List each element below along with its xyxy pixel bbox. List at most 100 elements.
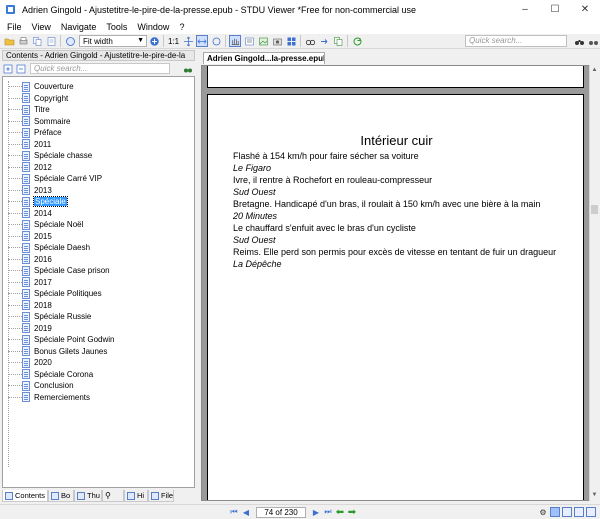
tab-contents[interactable]: Contents xyxy=(2,490,48,502)
document-tab[interactable]: Adrien Gingold...la-presse.epub xyxy=(203,52,325,64)
back-arrow-icon[interactable]: ⬅ xyxy=(335,507,345,518)
page-number-input[interactable]: 74 of 230 xyxy=(256,506,306,518)
zoom-icon[interactable] xyxy=(64,35,76,47)
tree-item[interactable]: Spéciale Politiques xyxy=(3,288,102,300)
next-page-icon[interactable]: ▶ xyxy=(311,507,321,517)
tree-item[interactable]: Spéciale Point Godwin xyxy=(3,334,115,346)
hand-tool-icon[interactable] xyxy=(229,35,242,47)
search-options-icon[interactable] xyxy=(587,35,599,47)
find-next-icon[interactable] xyxy=(318,35,330,47)
contents-search-input[interactable]: Quick search... xyxy=(30,63,170,74)
tree-item[interactable]: Spéciale Russie xyxy=(3,311,91,323)
menu-window[interactable]: Window xyxy=(132,22,174,32)
tree-item[interactable]: Spéciale Daesh xyxy=(3,242,90,254)
tree-item[interactable]: 2016 xyxy=(3,254,52,266)
copy-pages-icon[interactable] xyxy=(332,35,344,47)
tree-item[interactable]: 2014 xyxy=(3,208,52,220)
continuous-view-icon[interactable] xyxy=(562,507,572,517)
tree-item[interactable]: Spéciale Case prison xyxy=(3,265,110,277)
open-folder-icon[interactable] xyxy=(3,35,15,47)
tree-connector xyxy=(8,178,22,180)
zoom-in-icon[interactable] xyxy=(148,35,160,47)
tree-connector xyxy=(8,396,22,398)
select-text-icon[interactable] xyxy=(243,35,255,47)
tree-item[interactable]: 2011 xyxy=(3,139,51,151)
tree-item[interactable]: Spéciale Corona xyxy=(3,369,93,381)
scrollbar-thumb[interactable] xyxy=(591,205,598,214)
tree-item-label: Copyright xyxy=(34,93,69,103)
scroll-down-icon[interactable]: ▼ xyxy=(590,491,599,500)
minimize-button[interactable]: – xyxy=(510,0,540,19)
tab-bookmarks[interactable]: Bo xyxy=(48,490,74,502)
status-bar: ⏮ ◀ 74 of 230 ▶ ⏭ ⬅ ➡ ⚙ xyxy=(0,504,600,519)
tree-item[interactable]: Titre xyxy=(3,104,50,116)
tree-item[interactable]: 2012 xyxy=(3,162,52,174)
tree-item[interactable]: Spéciale chasse xyxy=(3,150,92,162)
search-binoculars-icon[interactable] xyxy=(573,35,585,47)
tree-item[interactable]: 2017 xyxy=(3,277,52,289)
tree-item[interactable]: 2018 xyxy=(3,300,52,312)
expand-tree-icon[interactable] xyxy=(2,63,14,75)
tab-files[interactable]: File xyxy=(148,490,174,502)
tree-item[interactable]: 2013 xyxy=(3,185,52,197)
tab-search[interactable]: ⚲ xyxy=(102,490,124,502)
page-setup-icon[interactable] xyxy=(45,35,57,47)
tree-item[interactable]: Couverture xyxy=(3,81,74,93)
first-page-icon[interactable]: ⏮ xyxy=(229,507,239,517)
zoom-dropdown[interactable]: Fit width ▼ xyxy=(79,35,147,47)
vertical-scrollbar[interactable]: ▲ ▼ xyxy=(589,65,599,501)
tree-item[interactable]: Spéciale xyxy=(3,196,68,208)
document-page-icon xyxy=(22,380,30,391)
tree-item[interactable]: Copyright xyxy=(3,93,68,105)
tree-item[interactable]: 2020 xyxy=(3,357,52,369)
print-icon[interactable] xyxy=(17,35,29,47)
source-line: La Dépêche xyxy=(233,259,282,269)
tab-thumbnails[interactable]: Thu xyxy=(74,490,102,502)
fit-page-icon[interactable] xyxy=(182,35,194,47)
scroll-up-icon[interactable]: ▲ xyxy=(590,66,599,75)
maximize-button[interactable]: ☐ xyxy=(540,0,570,19)
rotate-icon[interactable] xyxy=(210,35,222,47)
settings-icon[interactable]: ⚙ xyxy=(538,507,548,517)
tree-item[interactable]: Remerciements xyxy=(3,392,90,404)
forward-arrow-icon[interactable]: ➡ xyxy=(347,507,357,518)
document-page-icon xyxy=(22,311,30,322)
tree-item[interactable]: Spéciale Noël xyxy=(3,219,83,231)
tree-connector xyxy=(8,120,22,122)
tree-item[interactable]: Sommaire xyxy=(3,116,70,128)
document-page-icon xyxy=(22,208,30,219)
quick-search-input[interactable]: Quick search... xyxy=(465,35,567,47)
snapshot-icon[interactable] xyxy=(271,35,283,47)
tree-item[interactable]: Préface xyxy=(3,127,62,139)
menu-navigate[interactable]: Navigate xyxy=(56,22,102,32)
document-page-icon xyxy=(22,254,30,265)
facing-view-icon[interactable] xyxy=(574,507,584,517)
menu-tools[interactable]: Tools xyxy=(101,22,132,32)
tree-item[interactable]: 2019 xyxy=(3,323,52,335)
last-page-icon[interactable]: ⏭ xyxy=(323,507,333,517)
tree-item[interactable]: Conclusion xyxy=(3,380,74,392)
copy-icon[interactable] xyxy=(31,35,43,47)
actual-size-button[interactable]: 1:1 xyxy=(168,37,179,46)
close-button[interactable]: ✕ xyxy=(570,0,600,19)
facing-continuous-view-icon[interactable] xyxy=(586,507,596,517)
thumbnails-icon[interactable] xyxy=(285,35,297,47)
tree-item[interactable]: Spéciale Carré VIP xyxy=(3,173,102,185)
menu-view[interactable]: View xyxy=(27,22,56,32)
contents-search-binoculars-icon[interactable] xyxy=(182,63,194,75)
select-image-icon[interactable] xyxy=(257,35,269,47)
tree-item[interactable]: 2015 xyxy=(3,231,52,243)
previous-page-icon[interactable]: ◀ xyxy=(241,507,251,517)
document-viewport[interactable]: Intérieur cuir Flashé à 154 km/h pour fa… xyxy=(201,65,590,501)
fit-width-icon[interactable] xyxy=(196,35,209,47)
single-page-view-icon[interactable] xyxy=(550,507,560,517)
menu-file[interactable]: File xyxy=(2,22,27,32)
collapse-tree-icon[interactable] xyxy=(15,63,27,75)
menu-help[interactable]: ? xyxy=(174,22,189,32)
tree-item[interactable]: Bonus Gilets Jaunes xyxy=(3,346,107,358)
tree-connector xyxy=(8,189,22,191)
find-icon[interactable] xyxy=(304,35,316,47)
document-page-icon xyxy=(22,173,30,184)
refresh-icon[interactable] xyxy=(351,35,363,47)
tab-highlights[interactable]: Hi xyxy=(124,490,148,502)
